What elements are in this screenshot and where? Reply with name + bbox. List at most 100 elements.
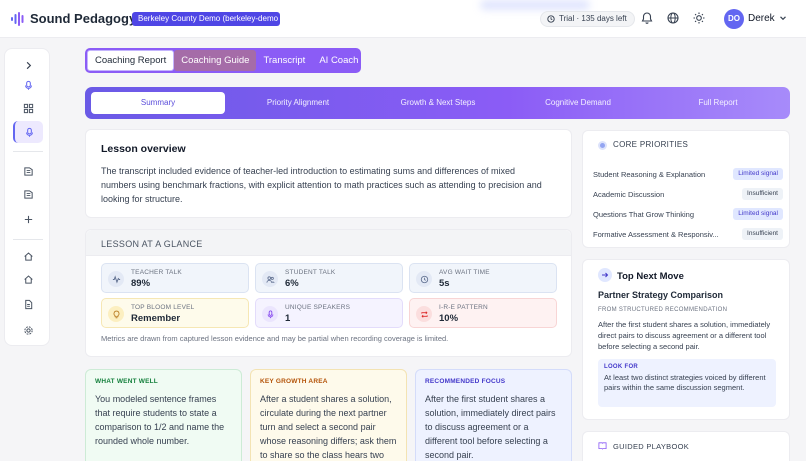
what-went-well-card: WHAT WENT WELL You modeled sentence fram…	[85, 369, 242, 461]
tab-coaching-report[interactable]: Coaching Report	[87, 50, 175, 71]
metric-value: 1	[285, 313, 291, 324]
priority-badge: Limited signal	[733, 208, 783, 220]
brand-name[interactable]: Sound Pedagogy	[30, 11, 136, 26]
key-growth-area-body: After a student shares a solution, circu…	[260, 394, 397, 460]
look-for-box: LOOK FOR At least two distinct strategie…	[598, 359, 776, 407]
top-next-move-subtitle: Partner Strategy Comparison	[598, 290, 724, 300]
sidebar-item-documents[interactable]	[13, 293, 43, 315]
priority-row[interactable]: Student Reasoning & Explanation Limited …	[593, 168, 783, 182]
sidebar-divider	[13, 151, 43, 152]
metric-student-talk: STUDENT TALK 6%	[255, 263, 403, 293]
lightbulb-icon	[113, 310, 119, 318]
microphone-icon	[25, 127, 33, 137]
microphone-icon	[267, 309, 273, 318]
sidebar-item-reports[interactable]	[13, 121, 43, 143]
metric-label: UNIQUE SPEAKERS	[285, 304, 351, 311]
arrow-right-icon	[598, 268, 612, 282]
metric-value: 10%	[439, 313, 459, 324]
look-for-body: At least two distinct strategies voiced …	[604, 373, 766, 392]
repeat-icon	[420, 310, 428, 318]
sidebar-item-add[interactable]	[13, 208, 43, 230]
metric-value: 5s	[439, 278, 450, 289]
home-icon	[23, 274, 33, 284]
sidebar-item-dashboard[interactable]	[13, 97, 43, 119]
trial-badge: Trial · 135 days left	[540, 11, 635, 27]
avatar[interactable]: DO	[724, 9, 744, 29]
sidebar-item-library[interactable]	[13, 160, 43, 182]
globe-icon[interactable]	[666, 11, 680, 25]
sidebar-item-home[interactable]	[13, 245, 43, 267]
tab-ai-coach[interactable]: AI Coach	[312, 50, 365, 71]
guided-playbook-title: GUIDED PLAYBOOK	[613, 442, 690, 451]
priority-row[interactable]: Questions That Grow Thinking Limited sig…	[593, 208, 783, 222]
sun-icon[interactable]	[692, 11, 706, 25]
priority-row[interactable]: Academic Discussion Insufficient	[593, 188, 783, 202]
subtab-full-report[interactable]: Full Report	[651, 92, 785, 114]
glance-note: Metrics are drawn from captured lesson e…	[101, 334, 449, 343]
plus-icon	[24, 215, 32, 223]
glance-header: LESSON AT A GLANCE	[86, 230, 571, 256]
tenant-badge[interactable]: Berkeley County Demo (berkeley-demo	[132, 12, 280, 26]
metric-label: AVG WAIT TIME	[439, 269, 490, 276]
summary-subnav: Summary Priority Alignment Growth & Next…	[85, 87, 790, 119]
metric-avg-wait-time: AVG WAIT TIME 5s	[409, 263, 557, 293]
key-growth-area-card: KEY GROWTH AREA After a student shares a…	[250, 369, 407, 461]
tab-transcript[interactable]: Transcript	[256, 50, 312, 71]
sidebar-item-settings[interactable]	[13, 319, 43, 341]
priority-row[interactable]: Formative Assessment & Responsiv... Insu…	[593, 228, 783, 242]
metric-ire-pattern: I-R-E PATTERN 10%	[409, 298, 557, 328]
priority-name: Formative Assessment & Responsiv...	[593, 230, 719, 239]
sidebar-divider	[13, 239, 43, 240]
waveform-icon	[112, 274, 120, 284]
what-went-well-body: You modeled sentence frames that require…	[95, 394, 225, 446]
priority-badge: Insufficient	[742, 188, 783, 200]
metric-value: 6%	[285, 278, 299, 289]
microphone-icon	[24, 80, 32, 90]
header-glow	[480, 0, 590, 10]
metric-teacher-talk: TEACHER TALK 89%	[101, 263, 249, 293]
subtab-summary[interactable]: Summary	[91, 92, 225, 114]
recommended-focus-body: After the first student shares a solutio…	[425, 394, 556, 460]
top-bar: Sound Pedagogy Berkeley County Demo (ber…	[0, 0, 806, 38]
metric-label: I-R-E PATTERN	[439, 304, 488, 311]
sidebar-collapse-button[interactable]	[13, 54, 43, 76]
sidebar-item-resources[interactable]	[13, 183, 43, 205]
book-icon	[23, 166, 33, 176]
book-icon	[598, 442, 607, 450]
home-icon	[23, 251, 33, 261]
sidebar-item-record[interactable]	[13, 74, 43, 96]
glance-title: LESSON AT A GLANCE	[101, 239, 203, 249]
tab-coaching-guide[interactable]: Coaching Guide	[174, 50, 257, 71]
sidebar-item-school[interactable]	[13, 268, 43, 290]
metric-value: Remember	[131, 313, 181, 324]
trial-text: Trial · 135 days left	[559, 14, 627, 23]
report-tabs: Coaching Report Coaching Guide Transcrip…	[85, 48, 361, 73]
recommended-focus-heading: RECOMMENDED FOCUS	[425, 378, 506, 385]
top-next-move-body: After the first student shares a solutio…	[598, 320, 771, 351]
guided-playbook-card[interactable]: GUIDED PLAYBOOK	[582, 431, 790, 461]
core-priorities-card: CORE PRIORITIES Student Reasoning & Expl…	[582, 130, 790, 248]
clock-icon	[547, 15, 555, 23]
top-next-move-source: FROM STRUCTURED RECOMMENDATION	[598, 307, 728, 313]
subtab-priority-alignment[interactable]: Priority Alignment	[231, 92, 365, 114]
lesson-overview-title: Lesson overview	[101, 143, 186, 155]
target-icon	[598, 141, 607, 150]
top-next-move-title: Top Next Move	[617, 271, 684, 282]
priority-name: Student Reasoning & Explanation	[593, 170, 706, 179]
users-icon	[265, 275, 275, 283]
subtab-cognitive-demand[interactable]: Cognitive Demand	[511, 92, 645, 114]
recommended-focus-card: RECOMMENDED FOCUS After the first studen…	[415, 369, 572, 461]
book-icon	[23, 189, 33, 199]
gear-icon	[23, 325, 33, 335]
lesson-overview-card: Lesson overview The transcript included …	[85, 129, 572, 218]
metric-label: STUDENT TALK	[285, 269, 336, 276]
metric-value: 89%	[131, 278, 151, 289]
chevron-down-icon[interactable]	[778, 13, 788, 23]
subtab-growth-next-steps[interactable]: Growth & Next Steps	[371, 92, 505, 114]
bell-icon[interactable]	[640, 11, 654, 25]
sidebar	[4, 48, 50, 346]
lesson-at-a-glance-card: LESSON AT A GLANCE TEACHER TALK 89% STUD…	[85, 229, 572, 357]
priority-badge: Insufficient	[742, 228, 783, 240]
priority-badge: Limited signal	[733, 168, 783, 180]
user-name[interactable]: Derek	[748, 13, 775, 24]
